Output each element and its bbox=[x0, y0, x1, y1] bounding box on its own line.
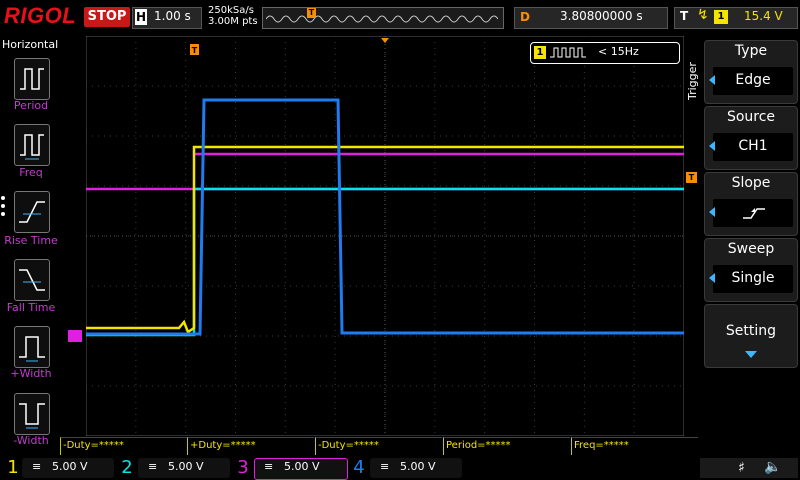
setting-menu-item[interactable]: Setting bbox=[704, 304, 798, 368]
period-label: Period bbox=[13, 99, 49, 112]
positive-width-label: +Width bbox=[10, 367, 52, 380]
slope-value-box bbox=[713, 199, 793, 227]
run-stop-indicator[interactable]: STOP bbox=[84, 7, 130, 27]
channel-3-scale: 5.00 V bbox=[284, 460, 320, 473]
measurement-freq[interactable]: Freq=***** bbox=[571, 437, 698, 455]
speaker-icon[interactable]: 🔈 bbox=[764, 459, 781, 475]
pulse-icon bbox=[550, 47, 586, 58]
period-icon bbox=[20, 68, 44, 90]
chevron-left-icon bbox=[709, 75, 715, 85]
delay-value: 3.80800000 s bbox=[560, 9, 643, 23]
sweep-value-box: Single bbox=[713, 265, 793, 293]
source-menu-item[interactable]: Source CH1 bbox=[704, 106, 798, 170]
slope-menu-item[interactable]: Slope bbox=[704, 172, 798, 236]
type-value-box: Edge bbox=[713, 67, 793, 95]
negative-width-button[interactable] bbox=[14, 393, 50, 435]
measurement-period[interactable]: Period=***** bbox=[443, 437, 570, 455]
type-menu-item[interactable]: Type Edge bbox=[704, 40, 798, 104]
freq-button[interactable] bbox=[14, 124, 50, 166]
channel-2-scale: 5.00 V bbox=[168, 460, 204, 473]
sweep-menu-item[interactable]: Sweep Single bbox=[704, 238, 798, 302]
page-dot bbox=[1, 196, 5, 200]
delay-letter: D bbox=[520, 10, 530, 24]
timebase-value: 1.00 s bbox=[154, 9, 191, 23]
freq-label: Freq bbox=[19, 166, 43, 179]
falling-edge-icon bbox=[19, 269, 45, 291]
trigger-position-marker: T bbox=[190, 44, 199, 55]
source-title: Source bbox=[726, 109, 776, 125]
channel-1-number[interactable]: 1 bbox=[2, 456, 24, 480]
waveform-display[interactable]: T bbox=[86, 36, 684, 436]
dc-coupling-icon: ≡ bbox=[264, 460, 274, 473]
channel-3-number[interactable]: 3 bbox=[232, 456, 254, 480]
slope-title: Slope bbox=[731, 175, 771, 191]
sweep-title: Sweep bbox=[727, 241, 775, 257]
measurement-neg-duty-2[interactable]: -Duty=***** bbox=[315, 437, 442, 455]
memory-trigger-marker: T bbox=[307, 8, 316, 18]
trigger-info-channel: 1 bbox=[534, 46, 546, 59]
memory-depth: 3.00M pts bbox=[208, 16, 258, 27]
type-value: Edge bbox=[735, 72, 771, 88]
negative-pulse-icon bbox=[19, 403, 45, 429]
trigger-level-marker: T bbox=[686, 172, 697, 183]
trigger-channel-badge: 1 bbox=[714, 10, 728, 24]
rising-edge-icon bbox=[19, 201, 45, 223]
acquisition-info: 250kSa/s 3.00M pts bbox=[208, 5, 258, 27]
measurement-pos-duty[interactable]: +Duty=***** bbox=[187, 437, 314, 455]
chevron-left-icon bbox=[709, 141, 715, 151]
type-title: Type bbox=[734, 43, 768, 59]
status-icons-area bbox=[700, 458, 798, 478]
negative-width-label: -Width bbox=[13, 434, 49, 447]
memory-waveform-preview bbox=[266, 15, 498, 23]
measurement-neg-duty[interactable]: -Duty=***** bbox=[60, 437, 187, 455]
channel-4-number[interactable]: 4 bbox=[348, 456, 370, 480]
panel-title: Horizontal bbox=[2, 38, 59, 51]
timebase-letter: H bbox=[135, 9, 147, 25]
channel-4-scale: 5.00 V bbox=[400, 460, 436, 473]
page-dot bbox=[1, 212, 5, 216]
fall-time-button[interactable] bbox=[14, 259, 50, 301]
chevron-left-icon bbox=[709, 273, 715, 283]
channel-1-scale: 5.00 V bbox=[52, 460, 88, 473]
chevron-left-icon bbox=[709, 207, 715, 217]
chevron-down-icon bbox=[745, 351, 757, 358]
period-button[interactable] bbox=[14, 58, 50, 100]
page-dot bbox=[1, 204, 5, 208]
dc-coupling-icon: ≡ bbox=[380, 460, 390, 473]
rising-edge-icon: ↯ bbox=[697, 7, 709, 23]
sweep-value: Single bbox=[731, 270, 775, 286]
dc-coupling-icon: ≡ bbox=[148, 460, 158, 473]
positive-width-button[interactable] bbox=[14, 326, 50, 368]
trigger-info-text: < 15Hz bbox=[598, 45, 639, 58]
dc-coupling-icon: ≡ bbox=[32, 460, 42, 473]
source-value: CH1 bbox=[738, 138, 768, 154]
freq-icon bbox=[20, 134, 44, 160]
fall-time-label: Fall Time bbox=[6, 301, 56, 314]
trigger-level: 15.4 V bbox=[744, 9, 783, 23]
setting-title: Setting bbox=[725, 323, 777, 339]
rise-time-label: Rise Time bbox=[4, 234, 58, 247]
trigger-letter: T bbox=[680, 9, 689, 23]
rigol-logo: RIGOL bbox=[4, 3, 77, 28]
pulse-icon bbox=[19, 336, 45, 362]
svg-text:T: T bbox=[192, 46, 198, 55]
source-value-box: CH1 bbox=[713, 133, 793, 161]
rising-edge-icon bbox=[743, 208, 765, 219]
channel-ground-marker bbox=[68, 330, 82, 342]
sample-rate: 250kSa/s bbox=[208, 5, 254, 16]
trigger-menu-label: Trigger bbox=[686, 62, 699, 100]
rise-time-button[interactable] bbox=[14, 191, 50, 233]
channel-2-number[interactable]: 2 bbox=[116, 456, 138, 480]
usb-icon: ♯ bbox=[738, 460, 745, 476]
